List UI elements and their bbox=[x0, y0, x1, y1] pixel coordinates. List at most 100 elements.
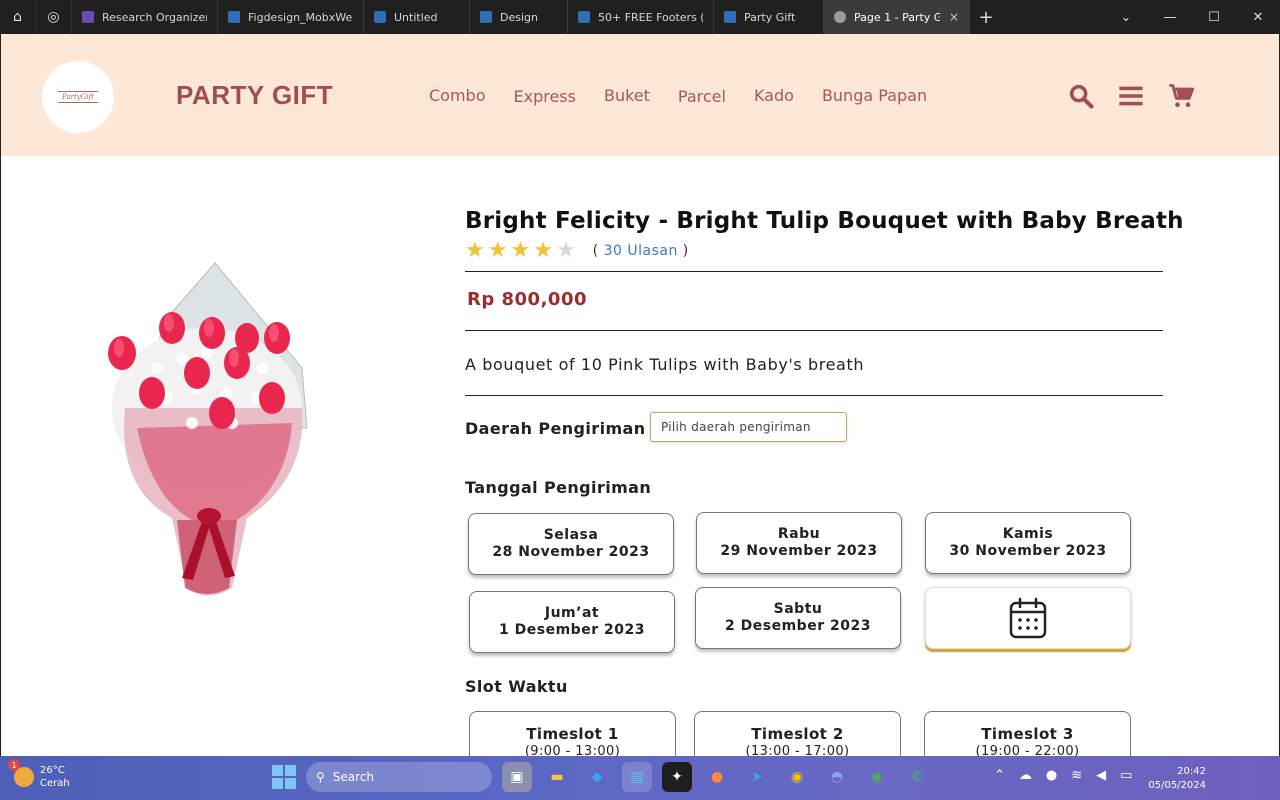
logo-text: PartyGift bbox=[58, 91, 98, 103]
date-option[interactable]: Rabu 29 November 2023 bbox=[696, 512, 902, 574]
date-option[interactable]: Jum’at 1 Desember 2023 bbox=[469, 591, 675, 653]
timeslot-name: Timeslot 3 bbox=[981, 725, 1074, 743]
site-logo[interactable]: PartyGift bbox=[42, 61, 114, 133]
new-tab-button[interactable]: + bbox=[970, 0, 1002, 34]
telegram-icon[interactable]: ➤ bbox=[742, 762, 772, 792]
date-value: 29 November 2023 bbox=[720, 543, 878, 559]
taskbar-apps: ⚲ Search ▣ ▬ ◆ ▤ ✦ ● ➤ ◉ ◓ ◉ ✆ bbox=[272, 762, 932, 792]
date-day: Jum’at bbox=[544, 605, 600, 621]
review-count-link[interactable]: 30 Ulasan bbox=[604, 243, 678, 259]
tab-title: Party Gift bbox=[744, 10, 796, 24]
date-day: Rabu bbox=[777, 526, 821, 542]
browser-tab-strip: ⌂ ◎ Research Organizer Figdesign_MobxWeb… bbox=[0, 0, 1280, 34]
divider bbox=[465, 271, 1163, 272]
file-explorer-icon[interactable]: ▬ bbox=[542, 762, 572, 792]
date-option[interactable]: Kamis 30 November 2023 bbox=[925, 512, 1131, 574]
star-empty-icon: ★ bbox=[555, 238, 576, 263]
menu-icon[interactable] bbox=[1117, 82, 1145, 110]
nav-item-bunga-papan[interactable]: Bunga Papan bbox=[822, 86, 927, 106]
window-controls: ⌄ — ☐ ✕ bbox=[1104, 0, 1280, 34]
firefox-icon[interactable]: ● bbox=[702, 762, 732, 792]
close-tab-icon[interactable]: × bbox=[949, 10, 959, 24]
tray-chevron-icon[interactable]: ⌃ bbox=[994, 768, 1005, 783]
system-clock[interactable]: 20:42 05/05/2024 bbox=[1148, 765, 1206, 793]
tab-list-chevron-icon[interactable]: ⌄ bbox=[1104, 0, 1148, 34]
timeslot-time: (19:00 - 22:00) bbox=[975, 744, 1080, 756]
browser-tab-active[interactable]: Page 1 - Party Gift × bbox=[824, 0, 970, 34]
date-option[interactable]: Sabtu 2 Desember 2023 bbox=[695, 587, 901, 649]
date-label: Tanggal Pengiriman bbox=[465, 478, 652, 497]
globe-icon[interactable]: ◎ bbox=[36, 0, 72, 34]
figma-icon[interactable]: ✦ bbox=[662, 762, 692, 792]
brand-name[interactable]: PARTY GIFT bbox=[176, 80, 333, 111]
region-label: Daerah Pengiriman bbox=[465, 419, 646, 438]
browser-tab[interactable]: 50+ FREE Footers (C bbox=[568, 0, 714, 34]
review-paren-open: ( bbox=[592, 243, 599, 259]
tab-title: Untitled bbox=[394, 10, 438, 24]
cart-icon[interactable] bbox=[1167, 82, 1195, 110]
os-taskbar: 1 26°C Cerah ⚲ Search ▣ ▬ ◆ ▤ ✦ ● ➤ ◉ ◓ ◉ … bbox=[0, 756, 1280, 800]
divider bbox=[465, 330, 1163, 331]
tab-title: 50+ FREE Footers (C bbox=[598, 10, 703, 24]
date-day: Sabtu bbox=[773, 601, 823, 617]
nav-item-kado[interactable]: Kado bbox=[754, 86, 794, 106]
start-icon[interactable] bbox=[272, 765, 296, 789]
product-image bbox=[108, 262, 308, 596]
browser-tab[interactable]: Design bbox=[470, 0, 568, 34]
browser-tab[interactable]: Research Organizer bbox=[72, 0, 218, 34]
nav-item-buket[interactable]: Buket bbox=[604, 86, 650, 106]
tab-favicon bbox=[374, 11, 386, 23]
calendar-icon bbox=[1009, 597, 1047, 639]
task-view-icon[interactable]: ▣ bbox=[502, 762, 532, 792]
web-page: PartyGift PARTY GIFT Combo Express Buket… bbox=[1, 34, 1279, 756]
timeslot-option[interactable]: Timeslot 3 (19:00 - 22:00) bbox=[924, 711, 1131, 756]
notepad-icon[interactable]: ▤ bbox=[622, 762, 652, 792]
battery-icon[interactable]: ▭ bbox=[1120, 768, 1132, 783]
calendar-picker-button[interactable] bbox=[925, 587, 1131, 649]
whatsapp-icon[interactable]: ✆ bbox=[902, 762, 932, 792]
discord-icon[interactable]: ◓ bbox=[822, 762, 852, 792]
onedrive-icon[interactable]: ☁ bbox=[1019, 768, 1032, 783]
search-icon: ⚲ bbox=[316, 770, 325, 784]
tab-title: Research Organizer bbox=[102, 10, 207, 24]
volume-icon[interactable]: ◀ bbox=[1096, 768, 1106, 783]
microphone-icon[interactable]: ● bbox=[1046, 768, 1057, 783]
browser-tab[interactable]: Untitled bbox=[364, 0, 470, 34]
header-actions bbox=[1067, 82, 1195, 110]
notification-badge: 1 bbox=[8, 759, 20, 771]
date-option[interactable]: Selasa 28 November 2023 bbox=[468, 513, 674, 575]
clock-date: 05/05/2024 bbox=[1148, 780, 1206, 791]
star-icon: ★ bbox=[487, 238, 508, 263]
date-value: 30 November 2023 bbox=[949, 543, 1107, 559]
taskbar-search[interactable]: ⚲ Search bbox=[306, 762, 492, 792]
browser-tab[interactable]: Figdesign_MobxWeb bbox=[218, 0, 364, 34]
weather-temp: 26°C bbox=[40, 765, 65, 776]
search-placeholder: Search bbox=[332, 770, 375, 784]
close-window-icon[interactable]: ✕ bbox=[1236, 0, 1280, 34]
star-icon: ★ bbox=[510, 238, 531, 263]
nav-item-combo[interactable]: Combo bbox=[429, 86, 486, 106]
timeslot-option[interactable]: Timeslot 2 (13:00 - 17:00) bbox=[694, 711, 901, 756]
nav-item-express[interactable]: Express bbox=[514, 87, 576, 106]
wifi-icon[interactable]: ≋ bbox=[1071, 768, 1082, 783]
slot-label: Slot Waktu bbox=[465, 677, 568, 696]
home-icon[interactable]: ⌂ bbox=[0, 0, 36, 34]
chrome-icon[interactable]: ◉ bbox=[782, 762, 812, 792]
region-select[interactable]: Pilih daerah pengiriman bbox=[650, 412, 847, 442]
main-nav: Combo Express Buket Parcel Kado Bunga Pa… bbox=[429, 86, 955, 106]
weather-desc: Cerah bbox=[40, 778, 70, 789]
tab-favicon bbox=[82, 11, 94, 23]
chrome-profile-icon[interactable]: ◉ bbox=[862, 762, 892, 792]
site-header: PartyGift PARTY GIFT Combo Express Buket… bbox=[1, 34, 1279, 156]
maximize-icon[interactable]: ☐ bbox=[1192, 0, 1236, 34]
browser-tab[interactable]: Party Gift bbox=[714, 0, 824, 34]
timeslot-option[interactable]: Timeslot 1 (9:00 - 13:00) bbox=[469, 711, 676, 756]
date-day: Kamis bbox=[1002, 526, 1054, 542]
vscode-icon[interactable]: ◆ bbox=[582, 762, 612, 792]
nav-item-parcel[interactable]: Parcel bbox=[678, 87, 726, 106]
minimize-icon[interactable]: — bbox=[1148, 0, 1192, 34]
search-icon[interactable] bbox=[1067, 82, 1095, 110]
weather-widget[interactable]: 1 26°C Cerah bbox=[8, 759, 70, 790]
tab-favicon bbox=[228, 11, 240, 23]
product-title: Bright Felicity - Bright Tulip Bouquet w… bbox=[465, 208, 1184, 234]
